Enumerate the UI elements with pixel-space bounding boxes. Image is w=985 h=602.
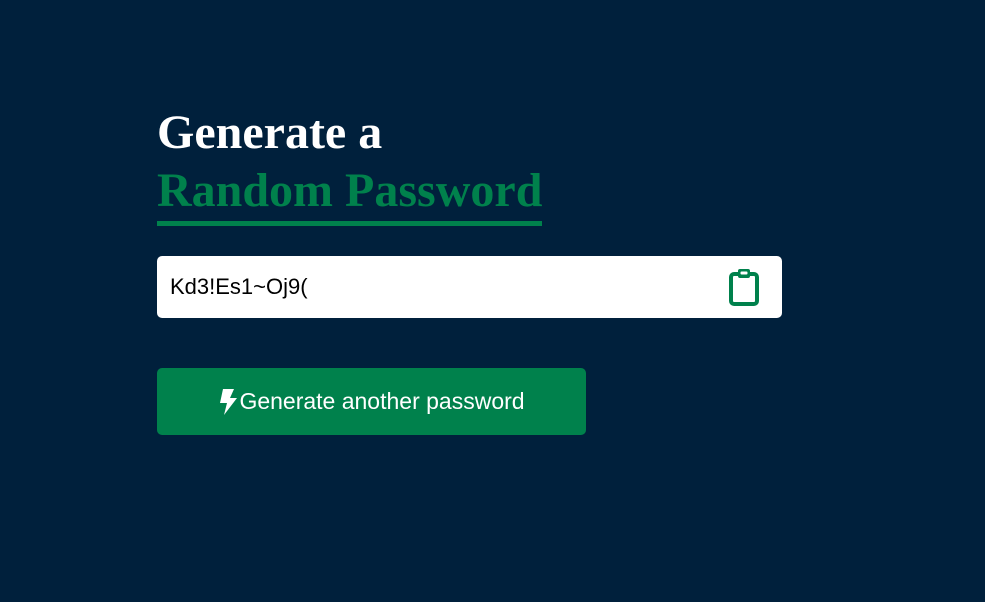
password-display: Kd3!Es1~Oj9( [157, 256, 782, 318]
copy-button[interactable] [724, 265, 764, 309]
title-line-2-highlight: Random Password [157, 163, 543, 226]
generate-password-button[interactable]: Generate another password [157, 368, 586, 435]
bolt-icon [218, 388, 238, 415]
password-value[interactable]: Kd3!Es1~Oj9( [170, 274, 724, 300]
page-title: Generate a Random Password [157, 104, 783, 226]
generator-panel: Generate a Random Password Kd3!Es1~Oj9( … [157, 104, 783, 435]
title-line-1: Generate a [157, 106, 383, 159]
clipboard-icon [729, 269, 759, 306]
generate-button-label: Generate another password [239, 388, 525, 414]
